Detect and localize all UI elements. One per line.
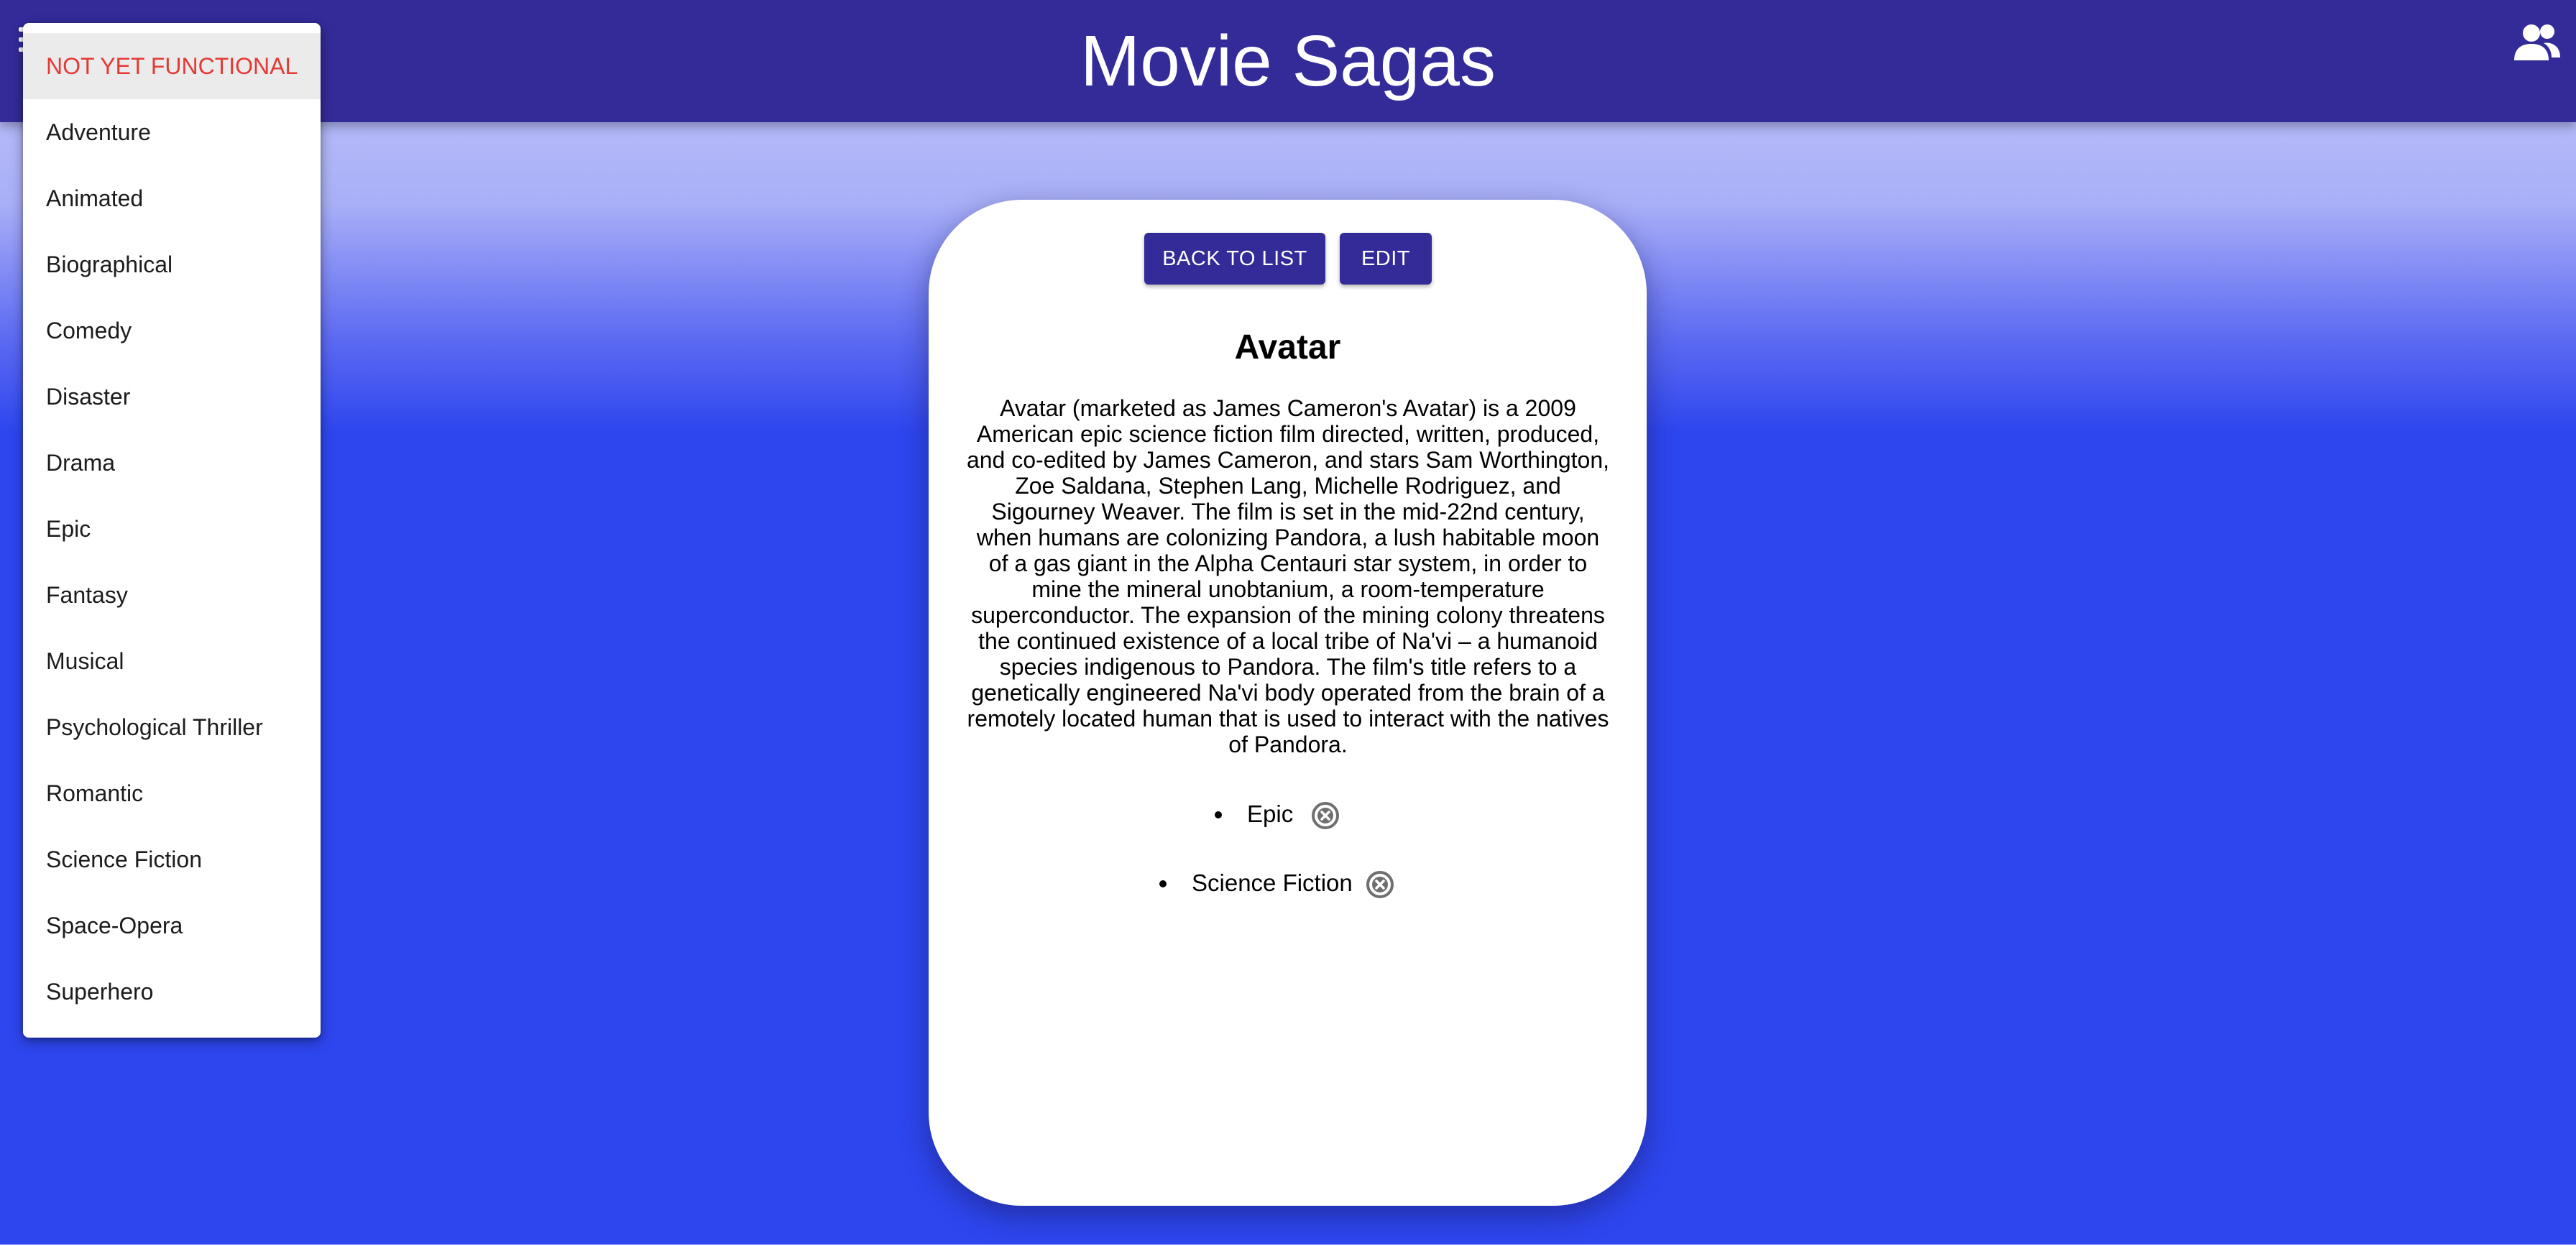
genre-menu-item-not-yet-functional[interactable]: NOT YET FUNCTIONAL — [23, 33, 321, 99]
genre-menu-item-adventure[interactable]: Adventure — [23, 99, 321, 165]
movie-detail-card: BACK TO LIST EDIT Avatar Avatar (markete… — [929, 200, 1647, 1206]
app-bar: Movie Sagas — [0, 0, 2576, 122]
genre-menu-item-psychological-thriller[interactable]: Psychological Thriller — [23, 694, 321, 760]
remove-genre-epic-icon[interactable] — [1310, 800, 1340, 831]
users-icon[interactable] — [2514, 22, 2560, 63]
app-title: Movie Sagas — [1080, 21, 1496, 101]
back-to-list-button[interactable]: BACK TO LIST — [1144, 233, 1325, 285]
genre-menu-item-drama[interactable]: Drama — [23, 430, 321, 496]
movie-description: Avatar (marketed as James Cameron's Avat… — [966, 395, 1610, 757]
edit-button[interactable]: EDIT — [1340, 233, 1432, 285]
genre-list-item-science-fiction: Science Fiction — [1192, 869, 1353, 896]
genre-menu-item-fantasy[interactable]: Fantasy — [23, 562, 321, 628]
genre-menu-item-space-opera[interactable]: Space-Opera — [23, 892, 321, 959]
genre-menu-item-disaster[interactable]: Disaster — [23, 364, 321, 430]
genre-bullet — [1215, 811, 1222, 818]
genre-menu-item-musical[interactable]: Musical — [23, 628, 321, 694]
genre-menu-item-science-fiction[interactable]: Science Fiction — [23, 826, 321, 892]
genre-bullet — [1159, 880, 1167, 887]
genre-menu-item-superhero[interactable]: Superhero — [23, 959, 321, 1025]
remove-genre-science-fiction-icon[interactable] — [1365, 869, 1395, 900]
genre-dropdown-menu: NOT YET FUNCTIONAL Adventure Animated Bi… — [23, 23, 321, 1038]
genre-menu-item-comedy[interactable]: Comedy — [23, 297, 321, 364]
genre-menu-item-epic[interactable]: Epic — [23, 496, 321, 562]
movie-title: Avatar — [1234, 328, 1341, 366]
genre-menu-item-animated[interactable]: Animated — [23, 165, 321, 231]
genre-menu-item-romantic[interactable]: Romantic — [23, 760, 321, 826]
genre-menu-item-biographical[interactable]: Biographical — [23, 231, 321, 297]
genre-list-item-epic: Epic — [1247, 800, 1294, 827]
